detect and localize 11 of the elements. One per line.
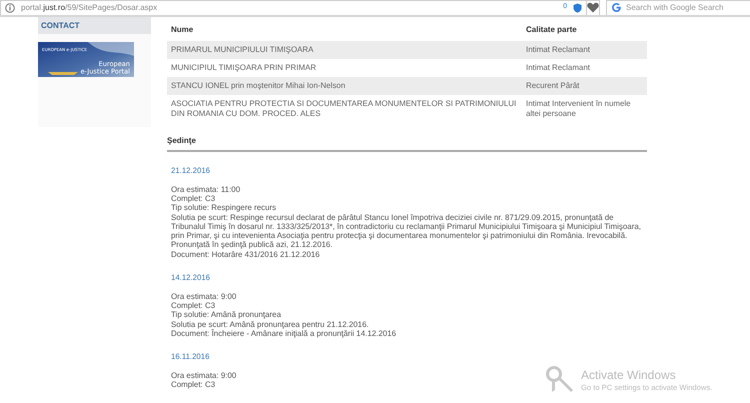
column-header: Nume: [167, 17, 522, 41]
column-header: Calitate parte: [522, 17, 647, 41]
search-field[interactable]: Search with Google Search: [606, 0, 750, 15]
address-bar-url[interactable]: portal.just.ro/59/SitePages/Dosar.aspx: [21, 2, 158, 14]
shield-icon[interactable]: [573, 2, 582, 12]
notice-title: Activate Windows: [581, 368, 677, 382]
heart-icon[interactable]: [587, 2, 599, 13]
info-icon[interactable]: [5, 2, 15, 12]
sidebar-heading[interactable]: CONTACT: [38, 17, 151, 34]
google-icon: [612, 3, 621, 12]
section-heading: Şedinţe: [167, 135, 647, 152]
